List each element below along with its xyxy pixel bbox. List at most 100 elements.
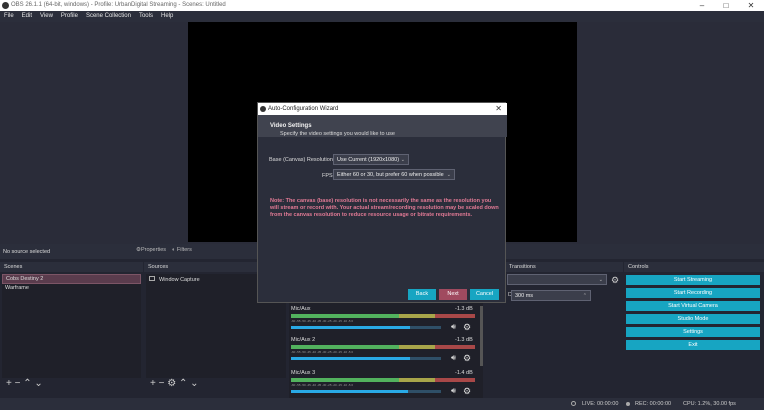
auto-config-wizard-dialog: Auto-Configuration Wizard ✕ Video Settin…	[257, 102, 507, 303]
volume-slider-fill	[291, 390, 408, 393]
volume-meter-green	[291, 378, 399, 382]
close-icon[interactable]: ✕	[495, 104, 502, 113]
gear-icon[interactable]: ⚙	[611, 275, 619, 286]
menu-bar: File Edit View Profile Scene Collection Tools…	[0, 11, 764, 22]
studio-mode-button[interactable]: Studio Mode	[626, 314, 760, 324]
settings-button[interactable]: Settings	[626, 327, 760, 337]
add-icon[interactable]: +	[6, 378, 12, 389]
menu-view[interactable]: View	[36, 11, 57, 19]
minimize-icon[interactable]: –	[690, 0, 714, 11]
wizard-titlebar: Auto-Configuration Wizard ✕	[258, 103, 507, 115]
volume-slider-fill	[291, 357, 410, 360]
scene-item[interactable]: Cobs Destiny 2	[2, 274, 141, 284]
remove-icon[interactable]: −	[159, 378, 165, 389]
cpu-fps: CPU: 1.2%, 30.00 fps	[683, 401, 736, 407]
menu-profile[interactable]: Profile	[57, 11, 82, 19]
maximize-icon[interactable]: □	[714, 0, 738, 11]
channel-db: -1.3 dB	[455, 337, 473, 343]
window-titlebar: OBS 26.1.1 (64-bit, windows) - Profile: …	[0, 0, 764, 11]
obs-logo-icon	[260, 106, 266, 112]
wizard-header: Video Settings Specify the video setting…	[258, 115, 507, 137]
properties-button[interactable]: ⚙Properties	[136, 247, 166, 253]
volume-meter-yellow	[399, 345, 435, 349]
scenes-dock: Scenes Cobs Destiny 2 Warframe + − ⌃ ⌄	[0, 262, 143, 396]
speaker-icon[interactable]: 🔊︎	[451, 386, 456, 396]
channel-db: -1.3 dB	[455, 306, 473, 312]
menu-tools[interactable]: Tools	[135, 11, 157, 19]
close-window-icon[interactable]: ✕	[739, 0, 763, 11]
speaker-icon[interactable]: 🔊︎	[451, 322, 456, 332]
no-source-label: No source selected	[3, 249, 51, 255]
menu-file[interactable]: File	[0, 11, 18, 19]
volume-meter-red	[435, 378, 475, 382]
meter-ticks: -60 -55 -50 -45 -40 -35 -30 -25 -20 -15 …	[291, 383, 354, 387]
menu-edit[interactable]: Edit	[18, 11, 36, 19]
fps-select[interactable]: Either 60 or 30, but prefer 60 when poss…	[333, 169, 455, 180]
move-up-icon[interactable]: ⌃	[23, 378, 31, 389]
exit-button[interactable]: Exit	[626, 340, 760, 350]
transitions-title: Transitions	[505, 262, 623, 272]
volume-slider[interactable]	[291, 390, 441, 393]
filters-label: Filters	[176, 247, 192, 253]
volume-meter-green	[291, 314, 399, 318]
scenes-title: Scenes	[0, 262, 143, 272]
move-down-icon[interactable]: ⌄	[190, 378, 198, 389]
volume-meter-yellow	[399, 378, 435, 382]
gear-icon[interactable]: ⚙	[463, 386, 471, 397]
source-label: Window Capture	[159, 277, 200, 283]
volume-slider-fill	[291, 326, 410, 329]
scenes-list: Cobs Destiny 2 Warframe	[2, 274, 141, 378]
meter-ticks: -60 -55 -50 -45 -40 -35 -30 -25 -20 -15 …	[291, 350, 354, 354]
gear-icon[interactable]: ⚙	[463, 353, 471, 364]
duration-spinbox[interactable]: 300 ms ⌃	[511, 290, 591, 301]
gear-icon[interactable]: ⚙	[463, 322, 471, 333]
rec-time: REC: 00:00:00	[635, 401, 672, 407]
channel-db: -1.4 dB	[455, 370, 473, 376]
status-bar: LIVE: 00:00:00 REC: 00:00:00 CPU: 1.2%, …	[0, 398, 764, 410]
controls-title: Controls	[624, 262, 764, 272]
filter-icon: ◐	[172, 247, 176, 253]
controls-dock: Controls Start Streaming Start Recording…	[624, 262, 764, 396]
scene-item[interactable]: Warframe	[2, 284, 141, 292]
resolution-value: Use Current (1920x1080)	[337, 157, 400, 163]
move-down-icon[interactable]: ⌄	[34, 378, 42, 389]
speaker-icon[interactable]: 🔊︎	[451, 353, 456, 363]
live-time: LIVE: 00:00:00	[582, 401, 619, 407]
wizard-heading: Video Settings	[270, 123, 312, 129]
wizard-subheading: Specify the video settings you would lik…	[280, 131, 395, 137]
back-button[interactable]: Back	[408, 289, 436, 300]
volume-meter-yellow	[399, 314, 435, 318]
volume-slider[interactable]	[291, 357, 441, 360]
resolution-note: Note: The canvas (base) resolution is no…	[270, 198, 499, 218]
resolution-label: Base (Canvas) Resolution	[269, 157, 333, 163]
fps-label: FPS	[322, 173, 333, 179]
resolution-select[interactable]: Use Current (1920x1080) ⌄	[333, 154, 409, 165]
start-streaming-button[interactable]: Start Streaming	[626, 275, 760, 285]
duration-value: 300 ms	[515, 293, 534, 299]
move-up-icon[interactable]: ⌃	[179, 378, 187, 389]
remove-icon[interactable]: −	[15, 378, 21, 389]
meter-ticks: -60 -55 -50 -45 -40 -35 -30 -25 -20 -15 …	[291, 319, 354, 323]
fps-value: Either 60 or 30, but prefer 60 when poss…	[337, 172, 444, 178]
add-icon[interactable]: +	[150, 378, 156, 389]
next-button[interactable]: Next	[439, 289, 467, 300]
volume-meter-red	[435, 345, 475, 349]
transition-select[interactable]: ⌄	[507, 274, 607, 285]
rec-indicator-icon	[626, 402, 630, 406]
filters-button[interactable]: ◐ Filters	[172, 247, 192, 253]
start-virtual-camera-button[interactable]: Start Virtual Camera	[626, 301, 760, 311]
volume-slider[interactable]	[291, 326, 441, 329]
cancel-button[interactable]: Cancel	[470, 289, 499, 300]
obs-logo-icon	[2, 2, 9, 9]
channel-name: Mic/Aux 3	[291, 370, 316, 376]
mixer-scrollbar[interactable]	[480, 306, 483, 366]
window-icon	[149, 276, 155, 281]
properties-label: Properties	[140, 247, 167, 253]
menu-scene-collection[interactable]: Scene Collection	[82, 11, 135, 19]
volume-meter-green	[291, 345, 399, 349]
menu-help[interactable]: Help	[157, 11, 177, 19]
gear-icon[interactable]: ⚙	[167, 378, 176, 389]
start-recording-button[interactable]: Start Recording	[626, 288, 760, 298]
volume-meter-red	[435, 314, 475, 318]
live-indicator-icon	[571, 401, 576, 406]
